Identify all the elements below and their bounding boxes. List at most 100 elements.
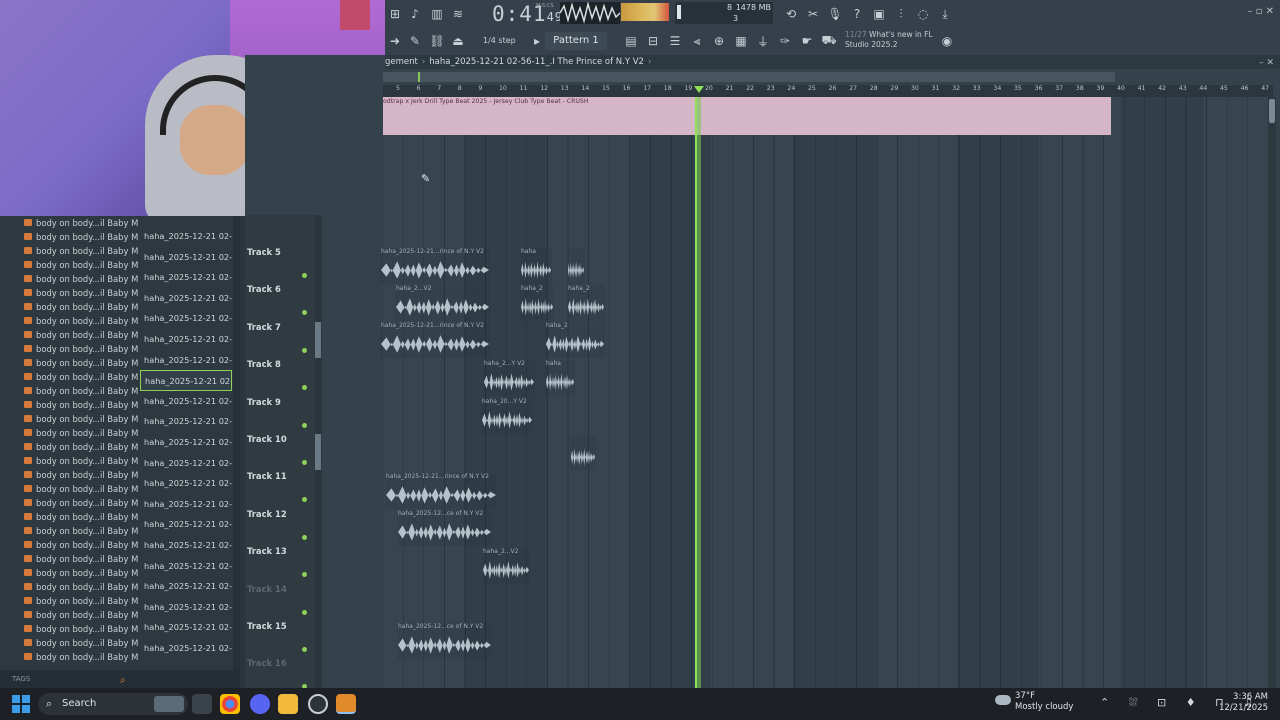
browser-folder-item[interactable]: body on body...il Baby Main [0,594,138,608]
browser-folder-item[interactable]: body on body...il Baby Main [0,342,138,356]
track-enable-led[interactable] [302,534,307,540]
playhead[interactable] [695,97,701,688]
wave-icon[interactable]: ≋ [448,4,468,24]
browser-file-item[interactable]: haha_2025-12-21 02-57... [140,535,232,556]
weather-widget[interactable]: 37°F Mostly cloudy [995,691,1073,713]
browser-file-item[interactable]: haha_2025-12-21 02-59... [140,638,232,659]
track-header[interactable]: Track 11 [245,471,315,508]
track-header[interactable]: Track 14 [245,584,315,621]
save-icon[interactable]: ▣ [869,4,889,24]
browser-file-item[interactable]: haha_2025-12-21 02-56... [140,370,232,391]
browser-file-item[interactable]: haha_2025-12-21 02-57... [140,391,232,412]
help-icon[interactable]: ? [847,4,867,24]
fl-studio-icon[interactable] [336,694,356,714]
news-panel[interactable]: 11/27 What's new in FL Studio 2025.2 [845,30,935,50]
track-enable-led[interactable] [302,572,307,578]
track-header[interactable]: Track 8 [245,359,315,396]
audio-clip[interactable]: haha_2025-12...ce of N.Y V2 [397,510,492,546]
track-enable-led[interactable] [302,273,307,278]
browser-file-item[interactable]: haha_2025-12-21 02-57... [140,494,232,515]
browser-folder-item[interactable]: body on body...il Baby Main [0,398,138,412]
browser-folder-item[interactable]: body on body...il Baby Main [0,482,138,496]
cut-icon[interactable]: ✂ [803,4,823,24]
audio-clip[interactable]: haha_2025-12-21...rince of N.Y V2 [380,248,490,284]
plugin-icon[interactable]: ⊕ [709,31,729,51]
browser-file-item[interactable]: haha_2025-12-21 02-59... [140,617,232,638]
browser-file-item[interactable]: haha_2025-12-21 02-57... [140,514,232,535]
browser-folder-item[interactable]: body on body...il Baby Main [0,636,138,650]
audio-clip[interactable]: haha_20...Y V2 [481,398,533,434]
browser-file-item[interactable]: haha_2025-12-21 02-52... [140,226,232,247]
audio-clip[interactable]: haha [545,360,575,396]
audio-clip[interactable]: haha_2...V2 [395,285,490,321]
browser-folder-item[interactable]: body on body...il Baby Main [0,440,138,454]
audio-clip[interactable] [567,248,585,284]
playlist-scrollbar[interactable] [1268,97,1276,688]
browser-folder-item[interactable]: body on body...il Baby Main [0,384,138,398]
audio-clip[interactable] [570,435,596,471]
browser-folder-item[interactable]: body on body...il Baby Main [0,272,138,286]
track-header[interactable]: Track 9 [245,397,315,434]
typing-keyboard-icon[interactable]: ♪ [405,4,425,24]
task-view-icon[interactable] [192,694,212,714]
snap-icon[interactable]: ⊞ [385,4,405,24]
play-arrow-icon[interactable]: ➜ [385,31,405,51]
stamp-icon[interactable]: ⏏ [448,31,468,51]
browser-scrollbar[interactable] [233,216,240,670]
browser-file-item[interactable]: haha_2025-12-21 02-58... [140,576,232,597]
browser-folder-item[interactable]: body on body...il Baby Main [0,608,138,622]
audio-clip[interactable]: haha_2025-12-21...rince of N.Y V2 [385,473,497,509]
piano-icon[interactable]: ▥ [427,4,447,24]
track-header[interactable]: Track 13 [245,546,315,583]
browser-icon[interactable]: ▦ [731,31,751,51]
timeline-ruler[interactable]: 5 6 7 8 9 10 11 12 13 14 15 16 17 18 19 20 21 22 23 24 25 26 2… [383,85,1273,97]
audio-clip[interactable]: haha_2025-12...ce of N.Y V2 [397,623,492,659]
windows-start-icon[interactable] [12,695,30,713]
mic-icon[interactable]: 🎙 [825,4,845,24]
track-enable-led[interactable] [302,460,307,465]
channel-rack-icon[interactable]: ⊟ [643,31,663,51]
browser-folder-item[interactable]: body on body...il Baby Main [0,566,138,580]
playlist-overview-bar[interactable] [383,72,1115,82]
track-header[interactable]: Track 15 [245,621,315,658]
browser-file-item[interactable]: haha_2025-12-21 02-53... [140,247,232,268]
pattern-selector[interactable]: Pattern 1 [545,32,607,50]
mixer-view-icon[interactable]: ⫷ [687,31,707,51]
browser-folder-item[interactable]: body on body...il Baby Main [0,328,138,342]
browser-folder-item[interactable]: body on body...il Baby Main [0,510,138,524]
taskbar-search[interactable]: ⌕ Search [38,693,188,715]
browser-folder-item[interactable]: body on body...il Baby Main [0,468,138,482]
browser-folder-item[interactable]: body on body...il Baby Main [0,286,138,300]
track-mute-indicator[interactable] [315,322,321,358]
audio-clip[interactable]: haha_2...Y V2 [483,360,535,396]
audio-clip[interactable]: haha_2 [545,322,605,358]
touch-icon[interactable]: ☛ [797,31,817,51]
track-header[interactable]: Track 6 [245,284,315,321]
browser-folder-item[interactable]: body on body...il Baby Main [0,538,138,552]
pencil-icon[interactable]: ✎ [405,31,425,51]
track-enable-led[interactable] [302,647,307,652]
browser-folder-item[interactable]: body on body...il Baby Main [0,300,138,314]
browser-file-item[interactable]: haha_2025-12-21 02-58... [140,556,232,577]
scrollbar-thumb[interactable] [1269,99,1275,123]
taskbar-clock[interactable]: 3:36 AM 12/21/2025 [1219,692,1268,714]
chrome-icon[interactable] [220,694,240,714]
browser-file-item[interactable]: haha_2025-12-21 02-55... [140,350,232,371]
mixer-icon[interactable]: ⫶ [891,4,911,24]
browser-folder-item[interactable]: body on body...il Baby Main [0,524,138,538]
track-mute-indicator[interactable] [315,434,321,470]
playhead-marker-icon[interactable] [694,86,704,93]
browser-file-item[interactable]: haha_2025-12-21 02-57... [140,411,232,432]
cart-icon[interactable]: ⛟ [819,31,839,51]
track-enable-led[interactable] [302,422,307,428]
brush-icon[interactable]: ✑ [775,31,795,51]
track-enable-led[interactable] [302,385,307,391]
browser-folder-item[interactable]: body on body...il Baby Main [0,258,138,272]
track-header[interactable]: Track 12 [245,509,315,546]
track-header[interactable]: Track 10 [245,434,315,471]
browser-file-item[interactable]: haha_2025-12-21 02-57... [140,432,232,453]
browser-folder-item[interactable]: body on body...il Baby Main [0,650,138,664]
browser-folder-item[interactable]: body on body...il Baby Main [0,314,138,328]
playlist-title-bar[interactable]: gement › haha_2025-12-21 02-56-11_.I The P… [385,55,1280,69]
chat-icon[interactable]: ◌ [913,4,933,24]
